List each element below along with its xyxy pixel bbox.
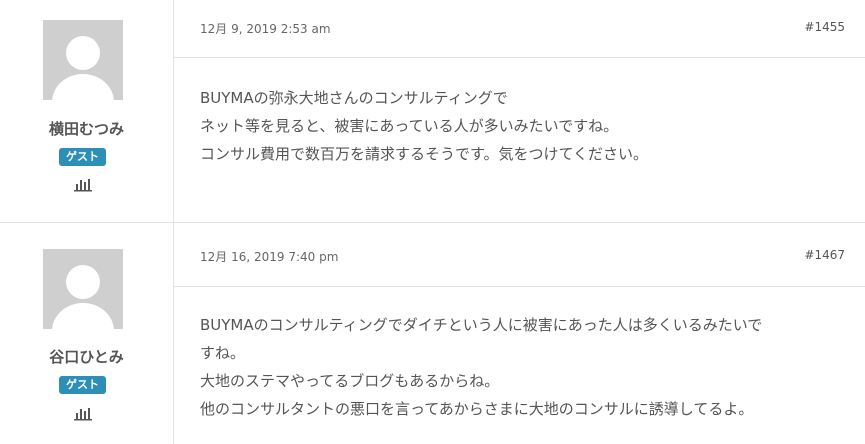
post-content: 12月 9, 2019 2:53 am #1455 BUYMAの弥永大地さんのコ…: [174, 0, 865, 222]
author-column: 谷口ひとみ ゲスト: [0, 223, 174, 444]
post-line: 他のコンサルタントの悪口を言ってあからさまに大地のコンサルに誘導してるよ。: [200, 400, 754, 418]
post-permalink[interactable]: #1467: [804, 248, 845, 262]
bar-chart-icon[interactable]: [73, 176, 93, 192]
post-body: BUYMAの弥永大地さんのコンサルティングで ネット等を見ると、被害にあっている…: [200, 84, 845, 168]
author-name[interactable]: 横田むつみ: [0, 118, 173, 139]
post-line: 大地のステマやってるブログもあるからね。: [200, 372, 500, 390]
post-line: BUYMAの弥永大地さんのコンサルティングで: [200, 89, 508, 107]
author-name[interactable]: 谷口ひとみ: [0, 346, 173, 367]
guest-badge: ゲスト: [59, 376, 106, 394]
post-line: コンサル費用で数百万を請求するそうです。気をつけてください。: [200, 145, 649, 163]
bar-chart-icon[interactable]: [73, 405, 93, 421]
post-line: ネット等を見ると、被害にあっている人が多いみたいですね。: [200, 117, 619, 135]
post-meta: 12月 9, 2019 2:53 am #1455: [174, 0, 865, 58]
default-avatar-icon: [43, 249, 123, 329]
reply-post: 横田むつみ ゲスト 12月 9, 2019 2:53 am #1455 BUYM…: [0, 0, 865, 222]
guest-badge: ゲスト: [59, 148, 106, 166]
post-permalink[interactable]: #1455: [804, 20, 845, 34]
post-date: 12月 16, 2019 7:40 pm: [200, 250, 339, 264]
post-content: 12月 16, 2019 7:40 pm #1467 BUYMAのコンサルティン…: [174, 223, 865, 444]
post-line: BUYMAのコンサルティングでダイチという人に被害にあった人は多くいるみたいで: [200, 316, 763, 334]
reply-post: 谷口ひとみ ゲスト 12月 16, 2019 7:40 pm #1467 BUY…: [0, 222, 865, 444]
reply-thread: 横田むつみ ゲスト 12月 9, 2019 2:53 am #1455 BUYM…: [0, 0, 865, 444]
author-column: 横田むつみ ゲスト: [0, 0, 174, 222]
post-line: すね。: [200, 344, 246, 362]
post-meta: 12月 16, 2019 7:40 pm #1467: [174, 223, 865, 287]
post-body: BUYMAのコンサルティングでダイチという人に被害にあった人は多くいるみたいで …: [200, 311, 845, 423]
post-date: 12月 9, 2019 2:53 am: [200, 22, 331, 36]
default-avatar-icon: [43, 20, 123, 100]
